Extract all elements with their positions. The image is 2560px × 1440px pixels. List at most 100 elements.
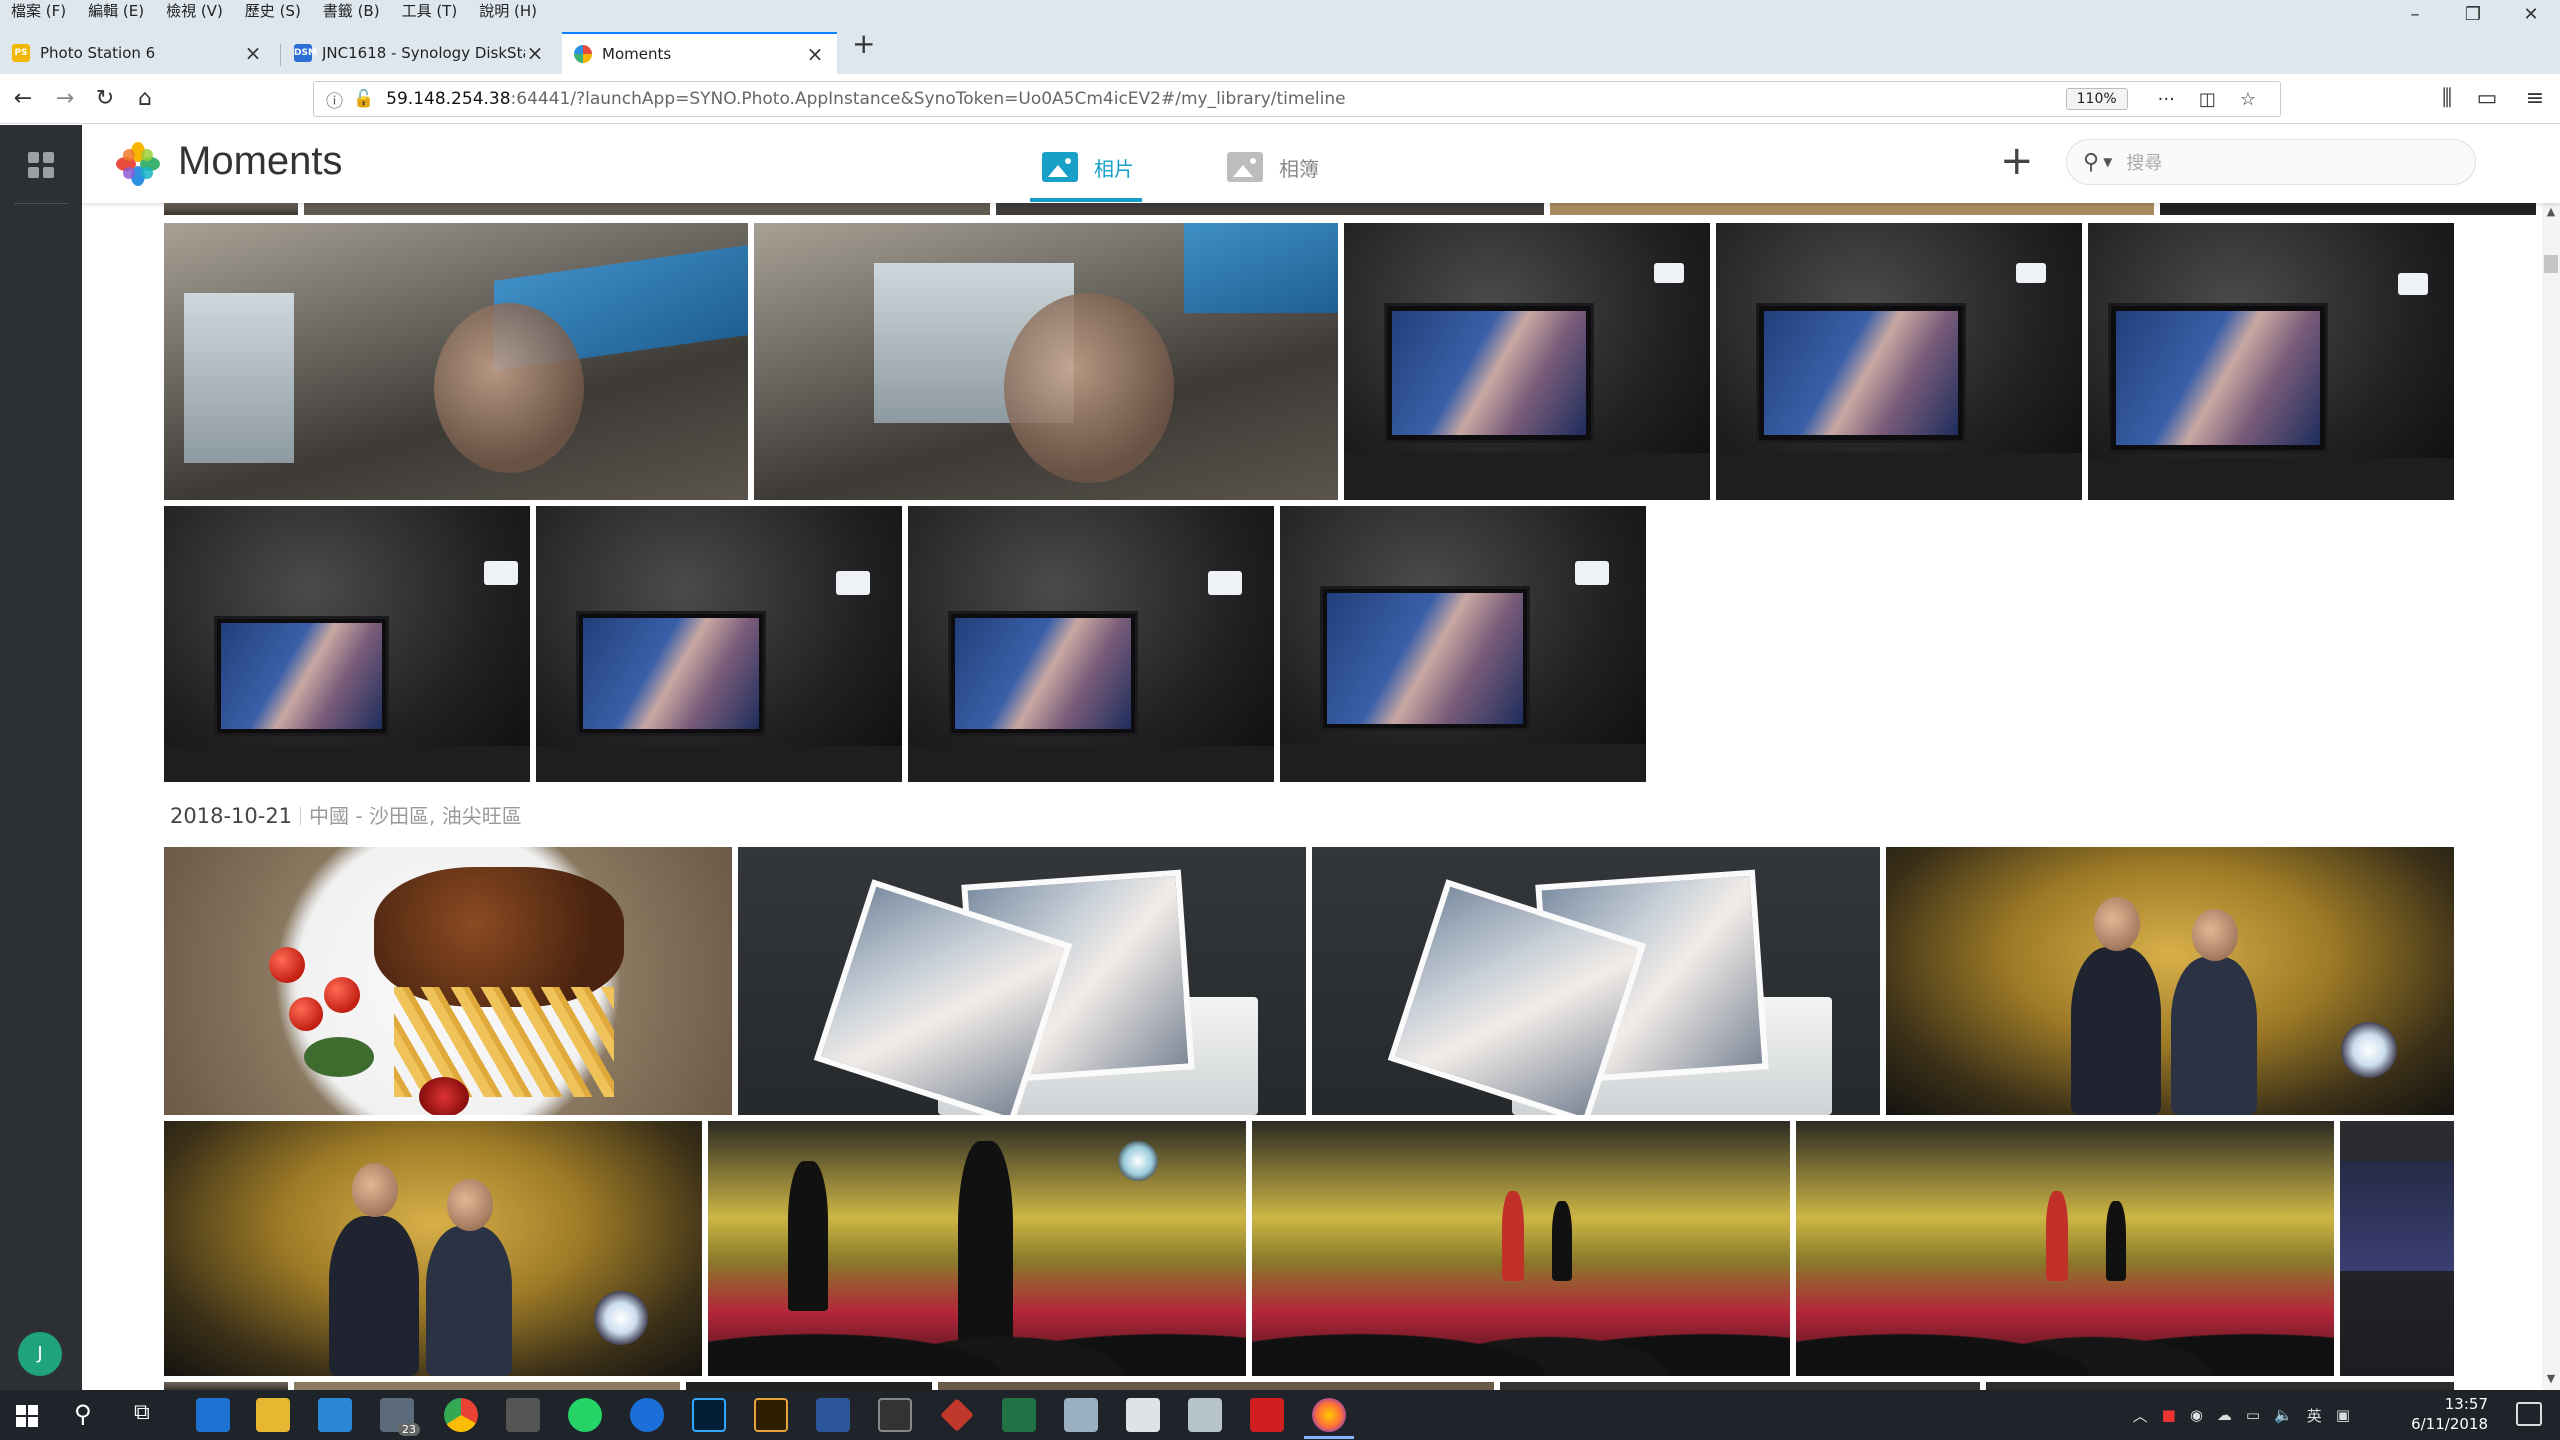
photo-thumbnail[interactable] xyxy=(686,1382,932,1390)
word-icon[interactable] xyxy=(816,1398,850,1432)
photo-thumbnail[interactable] xyxy=(1344,223,1710,500)
file-explorer-icon[interactable] xyxy=(256,1398,290,1432)
volume-icon[interactable]: 🔈 xyxy=(2274,1406,2293,1424)
user-avatar[interactable]: J xyxy=(18,1332,62,1376)
library-icon[interactable]: ⫼ xyxy=(2430,82,2464,116)
home-icon[interactable]: ⌂ xyxy=(128,82,162,116)
app-icon[interactable] xyxy=(506,1398,540,1432)
photo-thumbnail[interactable] xyxy=(708,1121,1246,1376)
photo-thumbnail[interactable] xyxy=(754,223,1338,500)
menu-history[interactable]: 歷史 (S) xyxy=(234,0,312,22)
insecure-lock-icon[interactable]: 🔓 xyxy=(353,89,374,109)
firefox-icon[interactable] xyxy=(1312,1398,1346,1432)
app-icon[interactable] xyxy=(940,1398,974,1432)
photo-thumbnail[interactable] xyxy=(164,1121,702,1376)
pocket-icon[interactable]: ◫ xyxy=(2199,89,2216,110)
browser-tab-diskstation[interactable]: DSM JNC1618 - Synology DiskStat × xyxy=(282,32,557,74)
address-bar[interactable]: ⓘ 🔓 59.148.254.38 :64441/?launchApp=SYNO… xyxy=(313,81,2281,117)
tab-close-icon[interactable]: × xyxy=(243,41,263,65)
chevron-down-icon[interactable]: ▼ xyxy=(2103,155,2112,169)
notification-center-icon[interactable] xyxy=(2516,1402,2542,1426)
tab-close-icon[interactable]: × xyxy=(805,42,825,66)
hamburger-menu-icon[interactable]: ≡ xyxy=(2518,82,2552,116)
photo-thumbnail[interactable] xyxy=(2340,1121,2454,1376)
photoshop-icon[interactable] xyxy=(692,1398,726,1432)
new-tab-icon[interactable]: + xyxy=(852,30,875,58)
bridge-icon[interactable] xyxy=(754,1398,788,1432)
tray-app-icon[interactable]: ■ xyxy=(2162,1406,2176,1424)
photo-thumbnail[interactable] xyxy=(1716,223,2082,500)
whatsapp-icon[interactable] xyxy=(568,1398,602,1432)
menu-view[interactable]: 檢視 (V) xyxy=(155,0,234,22)
photo-thumbnail[interactable] xyxy=(908,506,1274,782)
menu-bookmarks[interactable]: 書籤 (B) xyxy=(312,0,391,22)
photo-thumbnail[interactable] xyxy=(164,223,748,500)
tab-close-icon[interactable]: × xyxy=(525,41,545,65)
search-input[interactable]: ⚲ ▼ 搜尋 xyxy=(2066,139,2476,185)
photo-thumbnail[interactable] xyxy=(738,847,1306,1115)
cloud-icon[interactable]: ☁ xyxy=(2217,1406,2232,1424)
photo-thumbnail[interactable] xyxy=(1312,847,1880,1115)
photo-thumbnail[interactable] xyxy=(938,1382,1494,1390)
windows-start-icon[interactable] xyxy=(16,1405,38,1427)
zoom-level-badge[interactable]: 110% xyxy=(2065,88,2128,110)
menu-edit[interactable]: 編輯 (E) xyxy=(77,0,155,22)
scrollbar-thumb[interactable] xyxy=(2544,255,2558,273)
vertical-scrollbar[interactable] xyxy=(2542,203,2560,1390)
photo-thumbnail[interactable] xyxy=(164,506,530,782)
store-icon[interactable] xyxy=(318,1398,352,1432)
photo-thumbnail[interactable] xyxy=(1280,506,1646,782)
info-icon[interactable]: ⓘ xyxy=(326,87,343,112)
scroll-down-icon[interactable]: ▼ xyxy=(2542,1372,2560,1385)
forward-arrow-icon[interactable]: → xyxy=(48,82,82,116)
task-view-icon[interactable]: ⧉ xyxy=(134,1400,150,1425)
tray-app-icon[interactable]: ◉ xyxy=(2190,1406,2203,1424)
edge-icon[interactable] xyxy=(196,1398,230,1432)
bookmark-star-icon[interactable]: ☆ xyxy=(2240,89,2256,110)
app-icon[interactable] xyxy=(1250,1398,1284,1432)
menu-tools[interactable]: 工具 (T) xyxy=(391,0,469,22)
chevron-up-icon[interactable]: ︿ xyxy=(2133,1405,2148,1426)
excel-icon[interactable] xyxy=(1002,1398,1036,1432)
photo-thumbnail[interactable] xyxy=(536,506,902,782)
photo-thumbnail[interactable] xyxy=(1886,847,2454,1115)
add-plus-icon[interactable]: + xyxy=(2000,139,2034,183)
photo-thumbnail[interactable] xyxy=(1796,1121,2334,1376)
photo-thumbnail[interactable] xyxy=(164,1382,288,1390)
search-icon[interactable]: ⚲ xyxy=(74,1400,92,1428)
menu-file[interactable]: 檔案 (F) xyxy=(0,0,77,22)
onepassword-icon[interactable] xyxy=(630,1398,664,1432)
photo-thumbnail[interactable] xyxy=(294,1382,680,1390)
taskbar-clock[interactable]: 13:57 6/11/2018 xyxy=(2411,1394,2488,1434)
photo-thumbnail[interactable] xyxy=(1500,1382,1980,1390)
chrome-icon[interactable] xyxy=(444,1398,478,1432)
group-location[interactable]: 中國 - 沙田區, 油尖旺區 xyxy=(309,804,522,828)
photo-thumbnail[interactable] xyxy=(1550,203,2154,215)
page-actions-icon[interactable]: ··· xyxy=(2158,89,2175,110)
photo-thumbnail[interactable] xyxy=(2160,203,2536,215)
photo-thumbnail[interactable] xyxy=(1986,1382,2454,1390)
photo-thumbnail[interactable] xyxy=(996,203,1544,215)
menu-help[interactable]: 說明 (H) xyxy=(468,0,548,22)
photo-thumbnail[interactable] xyxy=(1252,1121,1790,1376)
tab-photos[interactable]: 相片 xyxy=(1042,147,1134,187)
app-icon[interactable] xyxy=(878,1398,912,1432)
reload-icon[interactable]: ↻ xyxy=(88,82,122,116)
tray-app-icon[interactable]: ▣ xyxy=(2336,1406,2350,1424)
sidebar-toggle-icon[interactable]: ▭ xyxy=(2470,82,2504,116)
app-grid-icon[interactable] xyxy=(28,152,54,178)
search-icon[interactable]: ⚲ xyxy=(2083,150,2099,175)
photo-thumbnail[interactable] xyxy=(164,203,298,215)
app-icon[interactable] xyxy=(1188,1398,1222,1432)
tab-albums[interactable]: 相簿 xyxy=(1227,147,1319,187)
mail-icon[interactable]: 23 xyxy=(380,1398,420,1436)
browser-tab-moments[interactable]: Moments × xyxy=(562,32,837,74)
photo-thumbnail[interactable] xyxy=(164,847,732,1115)
input-method-icon[interactable]: 英 xyxy=(2307,1405,2322,1426)
photo-thumbnail[interactable] xyxy=(2088,223,2454,500)
network-icon[interactable]: ▭ xyxy=(2246,1406,2260,1424)
back-arrow-icon[interactable]: ← xyxy=(6,82,40,116)
app-icon[interactable] xyxy=(1064,1398,1098,1432)
calculator-icon[interactable] xyxy=(1126,1398,1160,1432)
scroll-up-icon[interactable]: ▲ xyxy=(2542,205,2560,218)
